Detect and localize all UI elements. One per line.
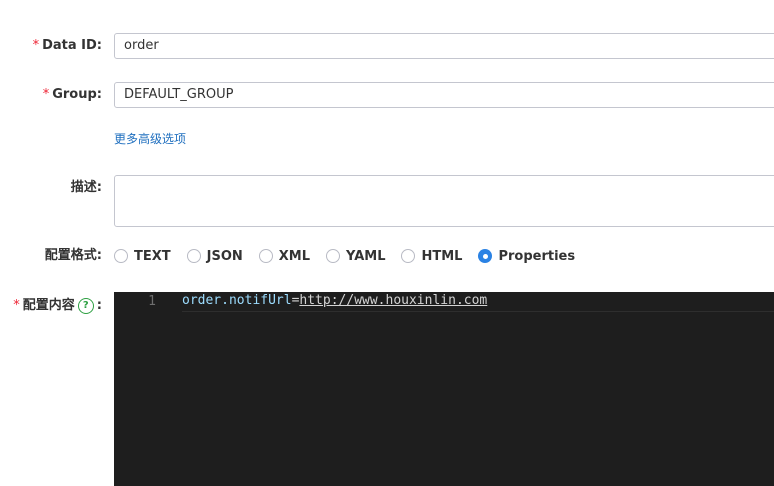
required-mark: * [13, 298, 20, 313]
required-mark: * [42, 87, 50, 102]
radio-circle[interactable] [114, 249, 128, 263]
code-value: http://www.houxinlin.com [299, 293, 488, 308]
group-label-text: Group: [52, 87, 102, 102]
code-editor[interactable]: 1 order.notifUrl=http://www.houxinlin.co… [114, 292, 774, 486]
radio-label: HTML [421, 248, 463, 264]
code-key: order.notifUrl [182, 293, 292, 308]
help-icon[interactable]: ? [77, 297, 94, 314]
radio-label: Properties [498, 248, 576, 264]
data-id-input[interactable]: order [114, 33, 774, 59]
radio-label: JSON [206, 248, 243, 264]
radio-html[interactable]: HTML [401, 249, 462, 264]
radio-circle[interactable] [326, 249, 341, 263]
group-label: * Group: [43, 87, 102, 103]
radio-circle[interactable] [401, 249, 416, 263]
required-mark: * [32, 38, 40, 53]
group-input[interactable]: DEFAULT_GROUP [114, 82, 774, 108]
format-radio-group: TEXT JSON XML YAML HTML Properties [114, 248, 591, 264]
radio-circle[interactable] [258, 249, 273, 263]
data-id-label-text: Data ID: [42, 38, 102, 53]
line-number: 1 [148, 294, 156, 309]
content-label: * 配置内容?: [13, 297, 102, 315]
radio-yaml[interactable]: YAML [326, 249, 385, 264]
data-id-label: * Data ID: [33, 38, 102, 54]
description-textarea[interactable] [114, 175, 774, 227]
format-label: 配置格式: [44, 248, 102, 263]
radio-label: YAML [346, 248, 386, 264]
advanced-options-link[interactable]: 更多高级选项 [114, 130, 186, 147]
radio-properties[interactable]: Properties [478, 249, 575, 264]
radio-circle[interactable] [186, 249, 201, 263]
radio-circle-selected[interactable] [478, 249, 493, 263]
radio-json[interactable]: JSON [186, 248, 243, 264]
content-label-text: 配置内容 [22, 298, 75, 313]
code-line[interactable]: order.notifUrl=http://www.houxinlin.com [182, 292, 774, 312]
radio-text[interactable]: TEXT [114, 249, 171, 264]
radio-label: TEXT [134, 248, 171, 264]
description-label: 描述: [70, 180, 102, 195]
radio-xml[interactable]: XML [258, 248, 311, 264]
content-label-suffix: : [96, 298, 102, 313]
radio-label: XML [278, 248, 311, 264]
